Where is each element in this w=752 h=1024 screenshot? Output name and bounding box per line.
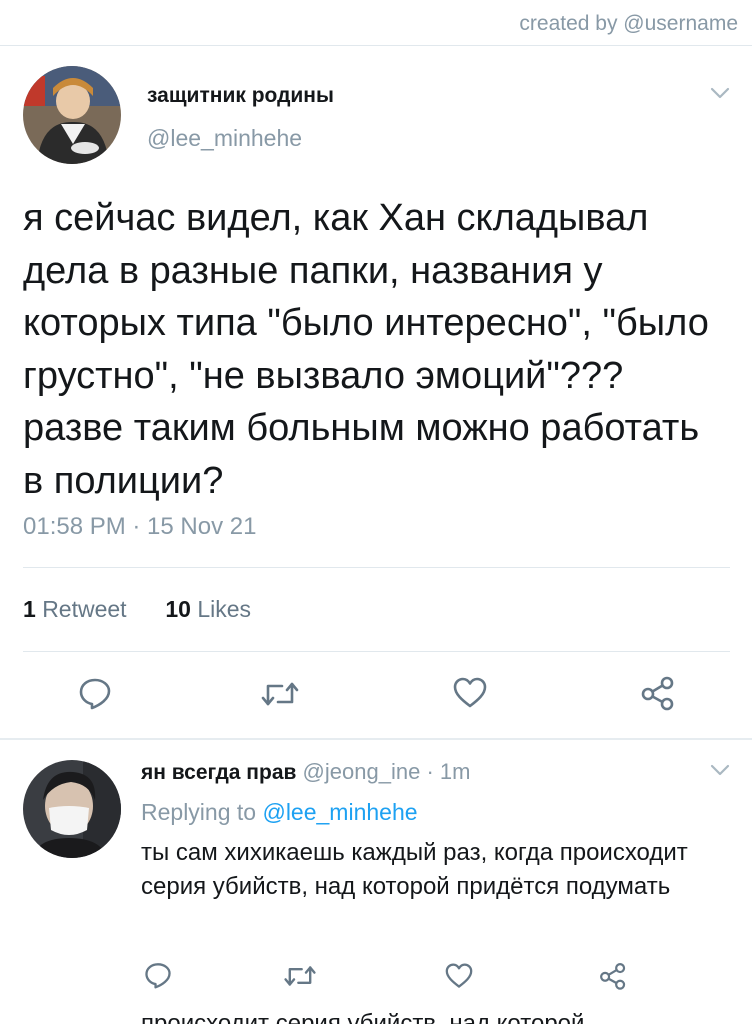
share-icon[interactable] (638, 673, 678, 713)
like-label[interactable]: Likes (197, 596, 251, 622)
retweet-icon[interactable] (258, 676, 302, 712)
avatar[interactable] (23, 66, 121, 164)
tweet-author-handle[interactable]: @lee_minhehe (147, 125, 302, 152)
divider (23, 567, 730, 568)
creator-credit: created by @username (519, 12, 738, 35)
cutoff-text: происходит серия убийств, над которой (141, 1010, 585, 1024)
reply-author-handle[interactable]: @jeong_ine (303, 759, 421, 784)
reply-text: ты сам хихикаешь каждый раз, когда проис… (141, 839, 688, 900)
reply-timestamp[interactable]: · 1m (426, 759, 470, 784)
avatar[interactable] (23, 760, 121, 858)
tweet-text: я сейчас видел, как Хан складывал дела в… (23, 197, 709, 502)
replying-mention-link[interactable]: @lee_minhehe (262, 799, 417, 825)
reply-author-name[interactable]: ян всегда прав (141, 761, 296, 784)
replying-to: Replying to @lee_minhehe (141, 799, 418, 826)
section-separator (0, 738, 752, 740)
reply-header: ян всегда прав @jeong_ine · 1m (141, 759, 470, 785)
like-count[interactable]: 10 (165, 596, 191, 622)
header-divider (0, 45, 752, 46)
tweet-author-name[interactable]: защитник родины (147, 84, 334, 108)
reply-icon[interactable] (75, 675, 115, 711)
reply-icon[interactable] (141, 960, 175, 990)
chevron-down-icon[interactable] (710, 763, 730, 782)
like-icon[interactable] (450, 675, 490, 711)
retweet-count[interactable]: 1 (23, 596, 36, 622)
replying-prefix: Replying to (141, 799, 257, 825)
tweet-timestamp[interactable]: 01:58 PM · 15 Nov 21 (23, 513, 256, 541)
share-icon[interactable] (596, 959, 630, 993)
like-icon[interactable] (442, 961, 476, 991)
retweet-label[interactable]: Retweet (42, 596, 126, 622)
divider (23, 651, 730, 652)
chevron-down-icon[interactable] (710, 86, 730, 105)
tweet-stats: 1 Retweet 10 Likes (23, 596, 251, 623)
retweet-icon[interactable] (280, 961, 320, 991)
